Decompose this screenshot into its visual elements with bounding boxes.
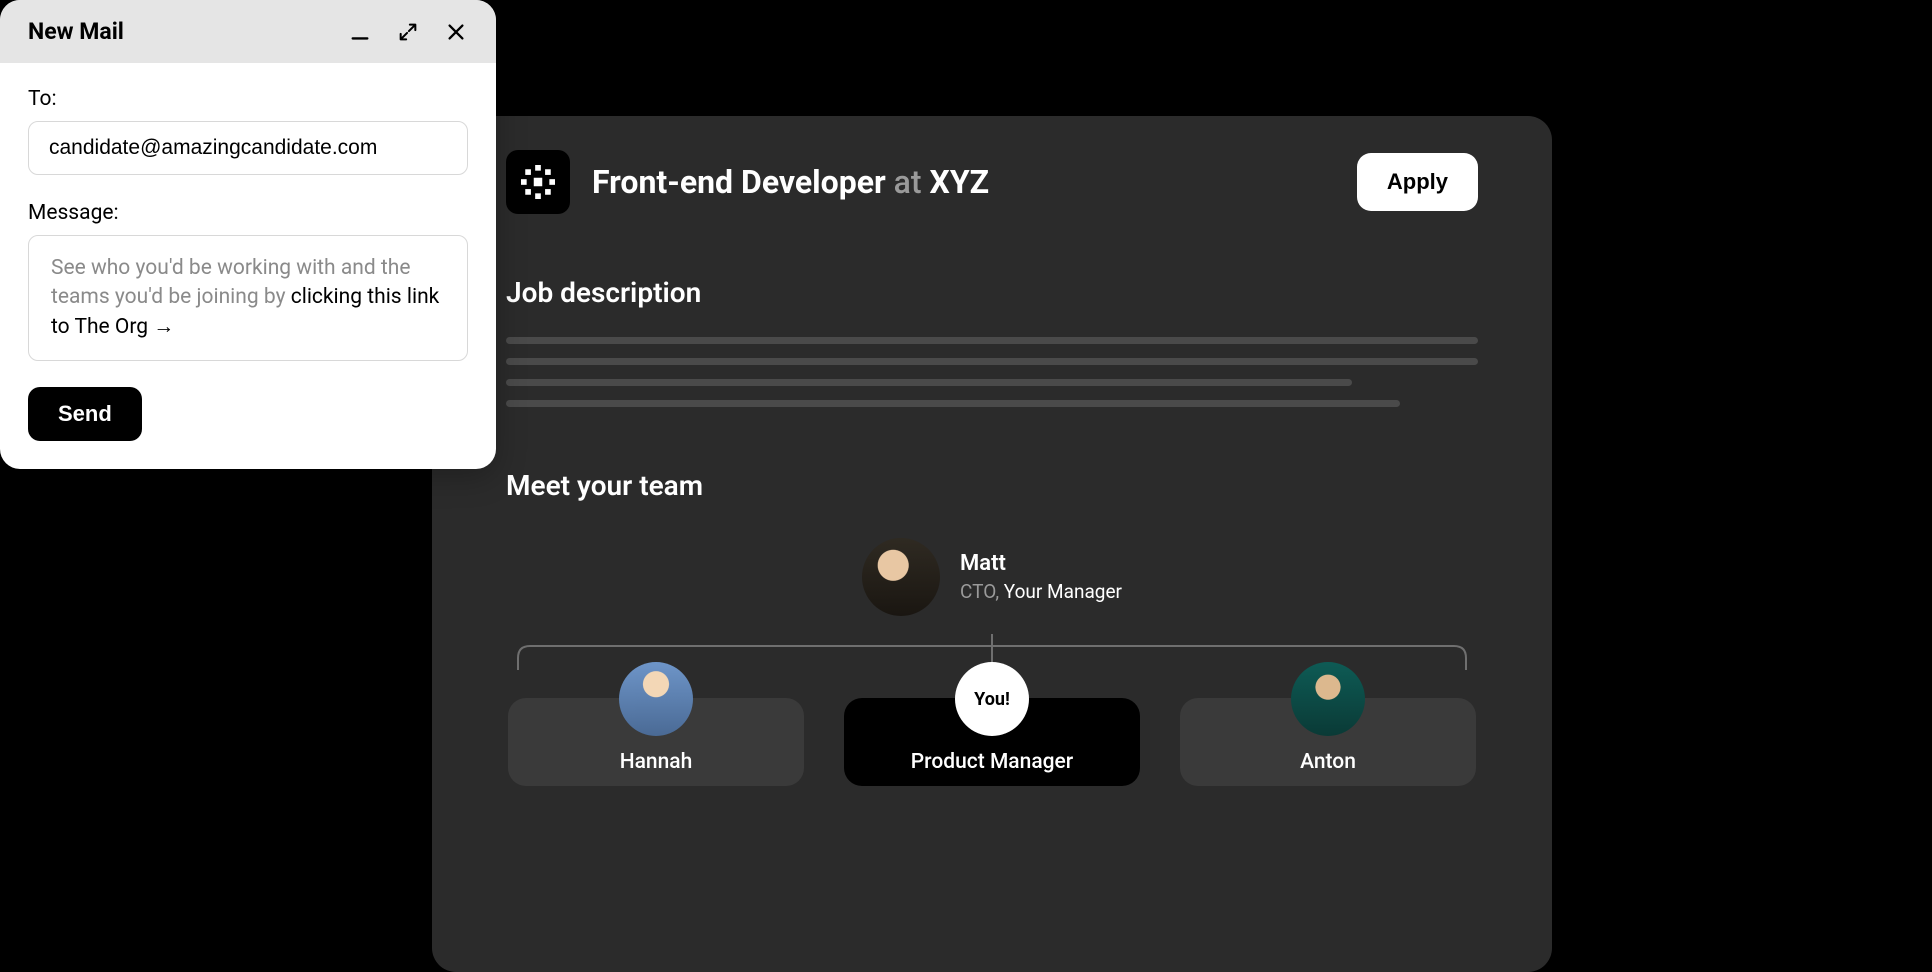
job-description-heading: Job description (506, 276, 1478, 309)
manager-avatar (862, 538, 940, 616)
manager-text: Matt CTO, Your Manager (960, 551, 1122, 603)
to-label: To: (28, 87, 468, 111)
job-role: Front-end Developer (592, 163, 886, 201)
compose-window: New Mail To: Message: See who you'd be w… (0, 0, 496, 469)
manager-name: Matt (960, 551, 1122, 576)
you-badge: You! (955, 662, 1029, 736)
team-card-you[interactable]: You! Product Manager (844, 662, 1140, 786)
job-title: Front-end Developer at XYZ (592, 163, 989, 201)
compose-title: New Mail (28, 18, 124, 45)
logo-glyph-icon (521, 165, 555, 199)
manager-role: CTO, Your Manager (960, 580, 1122, 603)
job-company: XYZ (930, 163, 990, 201)
compose-window-actions (348, 20, 468, 44)
expand-icon (397, 21, 419, 43)
meet-team-heading: Meet your team (506, 469, 1478, 502)
message-label: Message: (28, 201, 468, 225)
compose-body: To: Message: See who you'd be working wi… (0, 63, 496, 469)
company-logo (506, 150, 570, 214)
close-button[interactable] (444, 20, 468, 44)
compose-header: New Mail (0, 0, 496, 63)
apply-button[interactable]: Apply (1357, 153, 1478, 211)
anton-avatar (1291, 662, 1365, 736)
job-at-word: at (894, 163, 922, 201)
team-card-hannah[interactable]: Hannah (508, 662, 804, 786)
team-card-anton[interactable]: Anton (1180, 662, 1476, 786)
close-icon (445, 21, 467, 43)
minimize-icon (349, 21, 371, 43)
minimize-button[interactable] (348, 20, 372, 44)
job-description-placeholder (506, 337, 1478, 407)
manager-title-highlight: Your Manager (1004, 580, 1122, 603)
job-panel: Front-end Developer at XYZ Apply Job des… (432, 116, 1552, 972)
manager-title-prefix: CTO, (960, 580, 1004, 603)
team-cards-row: Hannah You! Product Manager Anton (506, 662, 1478, 786)
job-header: Front-end Developer at XYZ Apply (506, 150, 1478, 214)
send-button[interactable]: Send (28, 387, 142, 441)
team-section: Meet your team Matt CTO, Your Manager Ha… (506, 469, 1478, 786)
expand-button[interactable] (396, 20, 420, 44)
to-input[interactable] (28, 121, 468, 175)
hannah-avatar (619, 662, 693, 736)
message-input[interactable]: See who you'd be working with and the te… (28, 235, 468, 361)
manager-row: Matt CTO, Your Manager (506, 538, 1478, 616)
